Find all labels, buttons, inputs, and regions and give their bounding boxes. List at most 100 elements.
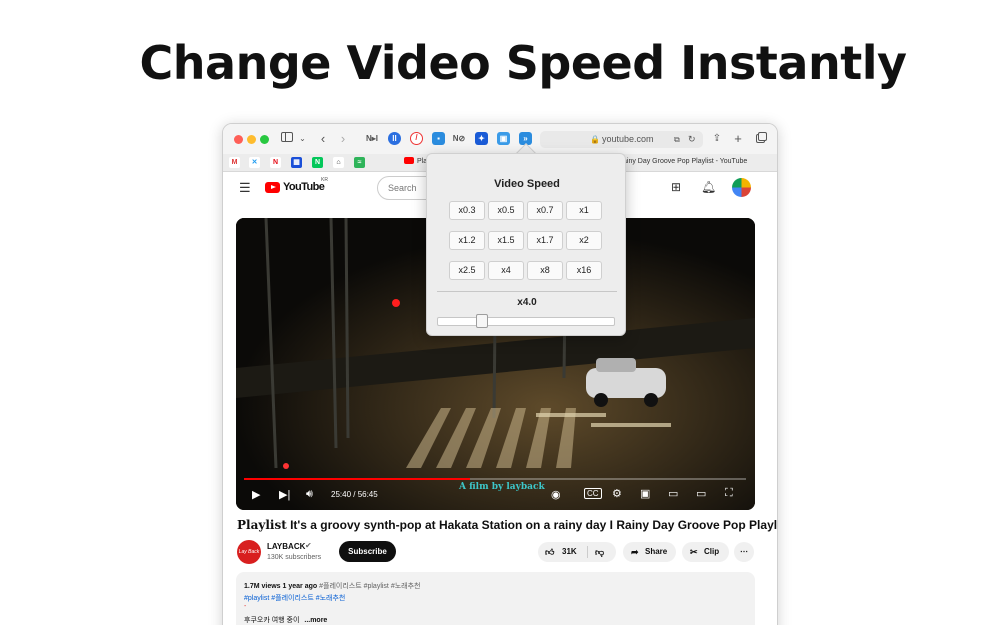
description-box[interactable]: 1.7M views 1 year ago #플레이리스트 #playlist … (236, 572, 755, 625)
translate-icon[interactable]: ⧉ (674, 131, 680, 148)
netflix-icon[interactable]: N (270, 157, 281, 168)
channel-name[interactable]: LAYBACK (267, 542, 305, 551)
share-label: Share (645, 547, 668, 556)
back-icon[interactable]: ‹ (317, 132, 329, 146)
video-speed-popup: Video Speed x4.0 x0.3 x0.5 x0.7 x1 x1.2 x1.5 x… (426, 153, 626, 336)
verified-icon: ✔ (305, 541, 312, 550)
x-icon[interactable]: ✕ (249, 157, 260, 168)
subscribe-button[interactable]: Subscribe (339, 541, 396, 562)
speed-slider-thumb[interactable] (475, 314, 488, 328)
more-actions-icon[interactable]: ⋯ (734, 542, 754, 562)
speed-button[interactable]: x0.3 (449, 201, 485, 220)
blue-extension-icon[interactable]: ▪ (432, 132, 445, 145)
miniplayer-icon[interactable]: ▣ (640, 487, 650, 500)
like-divider (587, 546, 588, 558)
theater-mode-icon[interactable]: ▭ (668, 487, 678, 500)
share-arrow-icon: ➦ (631, 547, 639, 557)
tab-label-right[interactable]: ainy Day Groove Pop Playlist - YouTube (623, 158, 747, 165)
gmail-icon[interactable]: M (229, 157, 240, 168)
popup-title: Video Speed (494, 178, 560, 190)
speed-slider[interactable] (437, 317, 615, 326)
bookmark-home-icon[interactable]: ⌂ (333, 157, 344, 168)
clip-label: Clip (704, 547, 720, 556)
headline: Change Video Speed Instantly (139, 36, 907, 90)
youtube-logo-text[interactable]: YouTube (283, 181, 325, 193)
speed-button[interactable]: x1 (566, 201, 602, 220)
view-stats: 1.7M views 1 year ago (244, 583, 318, 590)
video-watermark: A film by layback (459, 482, 545, 492)
hashtag-links[interactable]: #playlist #플레이리스트 #노래추천 (244, 593, 345, 603)
title-prefix: Playlist (237, 518, 287, 532)
share-icon[interactable]: ⇪ (711, 132, 723, 146)
like-dislike-group: 👍︎ 31K 👎︎ (538, 542, 616, 562)
speed-button[interactable]: x2.5 (449, 261, 485, 280)
volume-icon[interactable]: 🔊︎ (306, 488, 313, 501)
time-display: 25:40 / 56:45 (331, 490, 378, 499)
progress-bar[interactable] (244, 478, 746, 480)
chevron-down-icon[interactable]: ⌄ (298, 132, 307, 146)
inline-tags: #플레이리스트 #playlist #노래추천 (319, 583, 421, 590)
lock-icon: 🔒 (590, 135, 600, 144)
create-icon[interactable]: ⊞ (671, 180, 681, 194)
youtube-tab-favicon (404, 157, 414, 164)
airplay-icon[interactable]: ▭ (696, 487, 706, 500)
dislike-icon[interactable]: 👎︎ (595, 542, 604, 562)
share-button[interactable]: ➦ Share (623, 542, 676, 562)
play-icon[interactable]: ▶ (252, 488, 260, 501)
fullscreen-icon[interactable]: ⛶ (725, 487, 733, 500)
address-bar[interactable]: 🔒 youtube.com ⧉ ↻ (540, 131, 703, 148)
clip-button[interactable]: ✂ Clip (682, 542, 729, 562)
speed-button[interactable]: x1.7 (527, 231, 563, 250)
region-badge: KR (321, 177, 328, 183)
url-text: youtube.com (602, 134, 654, 144)
description-stats-line: 1.7M views 1 year ago #플레이리스트 #playlist … (244, 581, 420, 591)
account-avatar[interactable] (732, 178, 751, 197)
n-extension-icon[interactable]: N⊘ (452, 132, 466, 146)
tab-overview-icon[interactable] (754, 132, 768, 146)
menu-icon[interactable]: ☰ (239, 180, 251, 196)
next-icon[interactable]: ▶| (279, 488, 290, 501)
new-tab-icon[interactable]: + (732, 132, 744, 146)
scissors-icon: ✂ (690, 547, 698, 557)
reload-icon[interactable]: ↻ (688, 131, 696, 148)
speed-button[interactable]: x8 (527, 261, 563, 280)
like-count[interactable]: 31K (562, 542, 577, 562)
description-text: 후쿠오카 여행 중이 (244, 617, 300, 624)
browser-toolbar: ⌄ ‹ › N▸I ll / ▪ N⊘ ✦ ▣ » 🔒 youtube.com … (223, 124, 777, 154)
settings-icon[interactable]: ⚙ (612, 487, 622, 500)
speed-button[interactable]: x16 (566, 261, 602, 280)
speed-button[interactable]: x1.2 (449, 231, 485, 250)
channel-avatar[interactable]: Lay Back (237, 540, 261, 564)
autoplay-toggle-icon[interactable]: ◉ (551, 488, 561, 501)
screenshot-root: Change Video Speed Instantly ⌄ ‹ › N▸I l… (0, 0, 1000, 625)
forward-icon[interactable]: › (337, 132, 349, 146)
minimize-window-button[interactable] (247, 135, 256, 144)
speed-button[interactable]: x2 (566, 231, 602, 250)
naver-icon[interactable]: N (312, 157, 323, 168)
speed-button[interactable]: x0.7 (527, 201, 563, 220)
star-extension-icon[interactable]: ✦ (475, 132, 488, 145)
pause-extension-icon[interactable]: ll (388, 132, 401, 145)
notifications-icon[interactable]: 🔔︎ (701, 180, 716, 194)
speed-button[interactable]: x1.5 (488, 231, 524, 250)
zoom-window-button[interactable] (260, 135, 269, 144)
screenshot-extension-icon[interactable]: ▣ (497, 132, 510, 145)
video-title: Playlist It's a groovy synth-pop at Haka… (237, 518, 777, 532)
popup-divider (437, 291, 617, 292)
speed-button[interactable]: x0.5 (488, 201, 524, 220)
skip-extension-icon[interactable]: N▸I (365, 132, 379, 146)
like-icon[interactable]: 👍︎ (545, 542, 554, 562)
captions-icon[interactable]: CC (584, 488, 602, 499)
bookmark-green-icon[interactable]: ≈ (354, 157, 365, 168)
speed-button[interactable]: x4 (488, 261, 524, 280)
progress-fill (244, 478, 470, 480)
bookmark-blue-icon[interactable]: ▦ (291, 157, 302, 168)
close-window-button[interactable] (234, 135, 243, 144)
more-link[interactable]: ...more (304, 617, 327, 624)
block-extension-icon[interactable]: / (410, 132, 423, 145)
sidebar-icon[interactable] (280, 132, 294, 146)
subscriber-count: 130K subscribers (267, 554, 322, 561)
current-speed-value: x4.0 (517, 297, 537, 308)
youtube-logo-icon[interactable] (265, 182, 280, 193)
title-text: It's a groovy synth-pop at Hakata Statio… (290, 518, 778, 532)
